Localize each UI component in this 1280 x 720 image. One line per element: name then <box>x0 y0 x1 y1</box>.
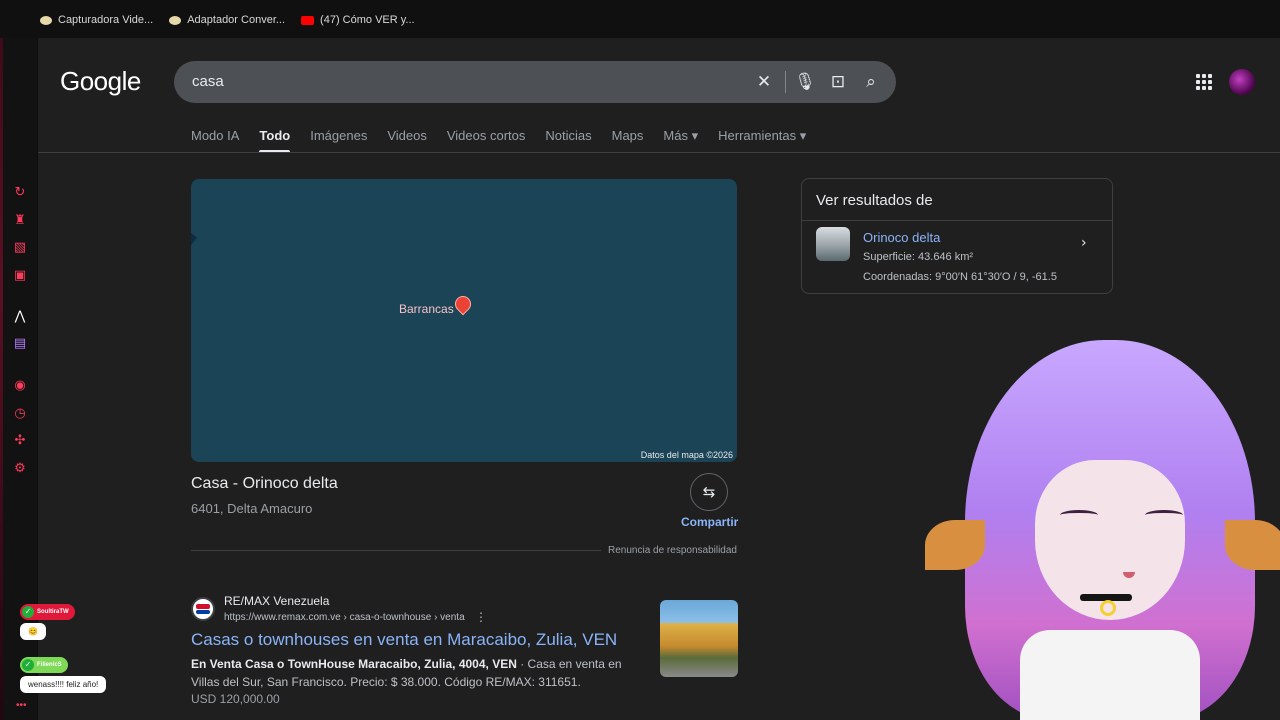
tabs-divider <box>38 152 1280 153</box>
bookmark-item[interactable]: (47) Cómo VER y... <box>301 14 415 26</box>
tab-herramientas[interactable]: Herramientas ▾ <box>718 128 806 144</box>
share-icon: ⇆ <box>702 483 716 501</box>
bookmark-item[interactable]: Adaptador Conver... <box>169 14 285 26</box>
lens-icon[interactable]: ⊡ <box>827 71 849 93</box>
map-place-label: Barrancas <box>399 302 454 316</box>
tab-videos-cortos[interactable]: Videos cortos <box>447 128 526 144</box>
chat-message: ✓ FilienicS wenass!!!! feliz año! <box>20 657 107 693</box>
result-title-link[interactable]: Casas o townhouses en venta en Maracaibo… <box>191 630 617 650</box>
bookmark-label: Adaptador Conver... <box>187 14 286 26</box>
ticket-icon[interactable]: ▧ <box>13 241 27 255</box>
vtuber-avatar-overlay <box>925 320 1280 720</box>
search-box[interactable]: casa ✕ 🎙 ⊡ ⌕ <box>174 61 896 103</box>
knowledge-panel-area: Superficie: 43.646 km² <box>863 251 974 263</box>
cake-icon[interactable]: ♜ <box>13 214 27 228</box>
puzzle-icon[interactable]: ✣ <box>13 434 27 448</box>
search-input[interactable]: casa <box>192 73 224 90</box>
google-logo[interactable]: Google <box>60 66 141 97</box>
vtuber-ring <box>1100 600 1116 616</box>
share-label[interactable]: Compartir <box>681 515 738 529</box>
bookmark-label: (47) Cómo VER y... <box>320 14 415 26</box>
calendar-icon[interactable]: ▣ <box>13 269 27 283</box>
knowledge-panel-link[interactable]: Orinoco delta <box>863 230 940 245</box>
play-circle-icon[interactable]: ◉ <box>13 379 27 393</box>
map-credit: Datos del mapa ©2026 <box>640 450 733 460</box>
bookmark-icon <box>169 15 182 25</box>
tab-maps[interactable]: Maps <box>612 128 644 144</box>
streamlabs-icon[interactable]: ⋀ <box>13 310 27 324</box>
more-options-icon[interactable]: ⋮ <box>475 610 487 624</box>
bookmarks-bar: Capturadora Vide... Adaptador Conver... … <box>40 14 415 26</box>
place-address: 6401, Delta Amacuro <box>191 501 313 516</box>
knowledge-panel-heading: Ver resultados de <box>816 192 933 209</box>
site-favicon <box>191 597 215 621</box>
map-preview[interactable]: Barrancas Datos del mapa ©2026 <box>191 179 737 462</box>
gear-icon[interactable]: ⚙ <box>13 462 27 476</box>
disclaimer-link[interactable]: Renuncia de responsabilidad <box>608 545 737 556</box>
chat-username-badge: ✓ SoultiraTW <box>20 604 75 620</box>
clock-icon[interactable]: ◷ <box>13 407 27 421</box>
map-pin-icon[interactable] <box>451 292 475 316</box>
result-snippet: En Venta Casa o TownHouse Maracaibo, Zul… <box>191 655 651 691</box>
share-button[interactable]: ⇆ <box>690 473 728 511</box>
vtuber-ear-right <box>1225 520 1280 570</box>
vtuber-shirt <box>1020 630 1200 720</box>
vtuber-eye-right <box>1145 510 1183 520</box>
place-title: Casa - Orinoco delta <box>191 475 338 492</box>
vtuber-ear-left <box>925 520 985 570</box>
refresh-icon[interactable]: ↻ <box>13 186 27 200</box>
browser-toolbar: Capturadora Vide... Adaptador Conver... … <box>0 0 1280 38</box>
chat-message: ✓ SoultiraTW 😊 <box>20 604 75 640</box>
chevron-right-icon[interactable]: › <box>1081 235 1087 251</box>
avatar[interactable] <box>1229 69 1255 95</box>
chat-username: FilienicS <box>37 662 62 668</box>
youtube-icon <box>301 15 315 25</box>
map-river <box>191 179 198 462</box>
chat-username: SoultiraTW <box>37 609 69 615</box>
result-price: USD 120,000.00 <box>191 692 280 706</box>
chat-username-badge: ✓ FilienicS <box>20 657 68 673</box>
more-dots-icon: ••• <box>16 700 27 711</box>
clear-icon[interactable]: ✕ <box>753 71 775 93</box>
bookmark-item[interactable]: Capturadora Vide... <box>40 14 153 26</box>
knowledge-panel-divider <box>802 220 1112 221</box>
knowledge-panel-coordinates: Coordenadas: 9°00′N 61°30′O / 9, -61.5 <box>863 271 1057 283</box>
tab-todo[interactable]: Todo <box>259 128 290 153</box>
vtuber-eye-left <box>1060 510 1098 520</box>
result-url[interactable]: https://www.remax.com.ve › casa-o-townho… <box>224 612 465 623</box>
section-divider <box>191 550 601 551</box>
user-badge-icon: ✓ <box>22 659 34 671</box>
search-divider <box>785 71 786 93</box>
user-badge-icon: ✓ <box>22 606 34 618</box>
tab-modo-ia[interactable]: Modo IA <box>191 128 239 144</box>
chat-bubble: 😊 <box>20 623 46 640</box>
twitch-icon[interactable]: ▤ <box>13 337 27 351</box>
knowledge-panel: Ver resultados de Orinoco delta Superfic… <box>801 178 1113 294</box>
knowledge-panel-image[interactable] <box>816 227 850 261</box>
result-site-name[interactable]: RE/MAX Venezuela <box>224 594 329 608</box>
tab-videos[interactable]: Videos <box>387 128 427 144</box>
tab-noticias[interactable]: Noticias <box>545 128 591 144</box>
bookmark-label: Capturadora Vide... <box>58 14 154 26</box>
bookmark-icon <box>40 15 52 25</box>
result-thumbnail[interactable] <box>660 600 738 677</box>
search-icon[interactable]: ⌕ <box>860 71 882 93</box>
tab-mas[interactable]: Más ▾ <box>663 128 698 144</box>
microphone-icon[interactable]: 🎙 <box>794 71 816 93</box>
chat-bubble: wenass!!!! feliz año! <box>20 676 107 693</box>
tab-imagenes[interactable]: Imágenes <box>310 128 367 144</box>
search-tabs: Modo IA Todo Imágenes Videos Videos cort… <box>191 128 806 153</box>
result-snippet-bold: En Venta Casa o TownHouse Maracaibo, Zul… <box>191 657 517 671</box>
apps-grid-icon[interactable] <box>1196 74 1212 90</box>
